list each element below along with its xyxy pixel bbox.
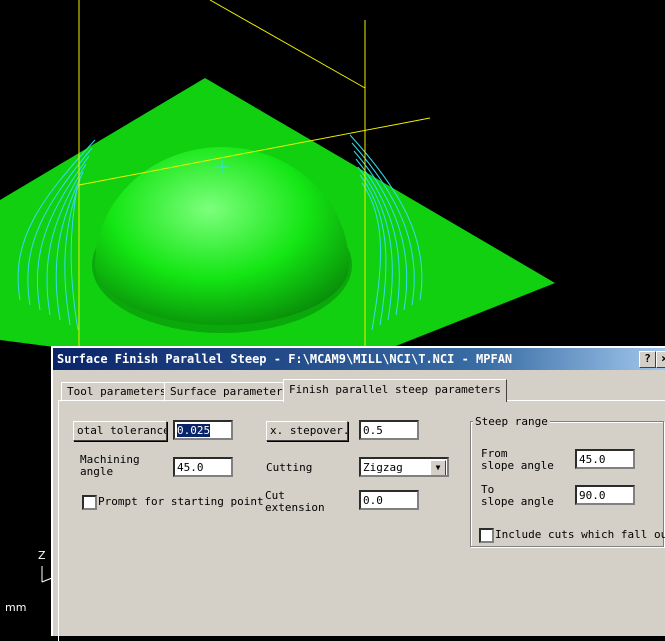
tab-finish-parallel-steep[interactable]: Finish parallel steep parameters	[283, 379, 507, 402]
total-tolerance-button[interactable]: otal tolerance..	[73, 421, 167, 441]
close-button[interactable]: ×	[656, 351, 665, 368]
help-button[interactable]: ?	[639, 351, 656, 368]
tab-surface-parameters[interactable]: Surface parameters	[164, 382, 296, 402]
steep-range-title: Steep range	[473, 415, 550, 428]
include-cuts-label: Include cuts which fall ou	[495, 528, 665, 541]
max-stepover-field[interactable]: 0.5	[359, 420, 419, 440]
cutting-value: Zigzag	[363, 461, 403, 474]
cutting-select[interactable]: Zigzag ▼	[359, 457, 449, 477]
units-label: mm	[5, 601, 27, 614]
prompt-start-label: Prompt for starting point	[98, 495, 264, 508]
cutting-label: Cutting	[266, 461, 313, 474]
from-slope-label: From slope angle	[481, 447, 554, 472]
total-tolerance-value: 0.025	[177, 424, 211, 437]
chevron-down-icon[interactable]: ▼	[430, 460, 446, 475]
from-slope-field[interactable]: 45.0	[575, 449, 635, 469]
tab-tool-parameters[interactable]: Tool parameters	[61, 382, 173, 402]
dialog-title: Surface Finish Parallel Steep - F:\MCAM9…	[57, 352, 513, 366]
cut-extension-field[interactable]: 0.0	[359, 490, 419, 510]
include-cuts-checkbox[interactable]	[479, 528, 494, 543]
z-axis-label: Z	[38, 549, 46, 562]
tab-panel: otal tolerance.. 0.025 x. stepover.. 0.5…	[58, 400, 665, 641]
dialog-titlebar[interactable]: Surface Finish Parallel Steep - F:\MCAM9…	[53, 348, 665, 370]
machining-angle-label: Machining angle	[80, 453, 140, 478]
surface-finish-dialog: Surface Finish Parallel Steep - F:\MCAM9…	[51, 346, 665, 641]
to-slope-label: To slope angle	[481, 483, 554, 508]
max-stepover-button[interactable]: x. stepover..	[266, 421, 348, 441]
total-tolerance-field[interactable]: 0.025	[173, 420, 233, 440]
to-slope-field[interactable]: 90.0	[575, 485, 635, 505]
prompt-start-checkbox[interactable]	[82, 495, 97, 510]
machining-angle-field[interactable]: 45.0	[173, 457, 233, 477]
cut-extension-label: Cut extension	[265, 489, 325, 514]
